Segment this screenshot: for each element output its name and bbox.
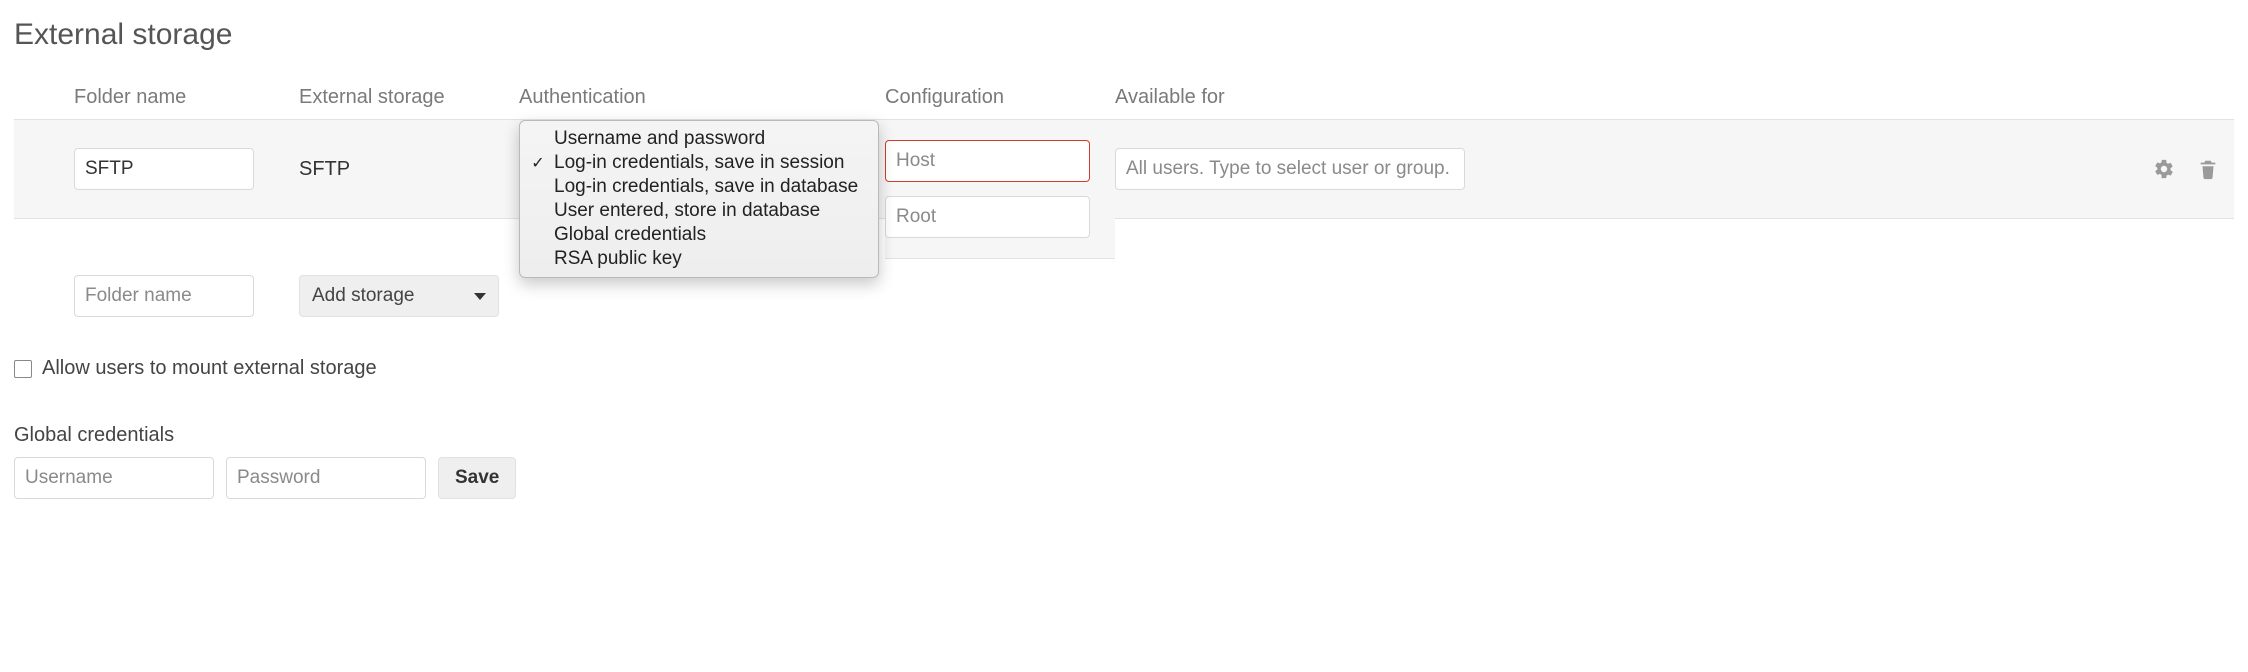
global-username-input[interactable] [14,457,214,499]
allow-user-mount-checkbox[interactable] [14,360,32,378]
status-cell [14,119,74,219]
gear-icon [2153,158,2175,180]
external-storage-settings: External storage Folder name External st… [0,0,2248,539]
config-host-input[interactable] [885,140,1090,182]
auth-option[interactable]: Log-in credentials, save in database [520,175,878,199]
auth-option-label: Username and password [554,128,765,150]
trash-icon [2197,158,2219,180]
auth-mechanism-dropdown[interactable]: Username and password ✓ Log-in credentia… [519,120,879,278]
allow-user-mount-label: Allow users to mount external storage [42,357,377,380]
storage-backend-label: SFTP [299,158,350,181]
mount-settings-button[interactable] [2150,155,2178,183]
add-storage-select[interactable]: Add storage [299,275,499,317]
col-folder: Folder name [74,80,299,119]
auth-option[interactable]: User entered, store in database [520,199,878,223]
auth-option[interactable]: Username and password [520,127,878,151]
auth-option-label: Log-in credentials, save in session [554,152,844,174]
mount-delete-button[interactable] [2194,155,2222,183]
global-credentials-section: Global credentials Save [14,424,2234,499]
auth-option-label: Global credentials [554,224,706,246]
save-button[interactable]: Save [438,457,516,499]
allow-user-mount-row[interactable]: Allow users to mount external storage [14,357,2234,380]
col-storage: External storage [299,80,519,119]
global-password-input[interactable] [226,457,426,499]
auth-option[interactable]: Global credentials [520,223,878,247]
page-title: External storage [14,18,2234,52]
col-config: Configuration [885,80,1115,119]
global-credentials-heading: Global credentials [14,424,2234,447]
auth-option-label: User entered, store in database [554,200,820,222]
mounts-table: Folder name External storage Authenticat… [14,80,2234,317]
available-for-input[interactable] [1115,148,1465,190]
col-spacer [14,80,74,96]
folder-name-input[interactable] [74,148,254,190]
col-available: Available for [1115,80,2146,119]
auth-option[interactable]: RSA public key [520,247,878,271]
chevron-down-icon [474,293,486,300]
config-root-input[interactable] [885,196,1090,238]
col-auth: Authentication [519,80,885,119]
auth-option[interactable]: ✓ Log-in credentials, save in session [520,151,878,175]
check-icon: ✓ [530,153,546,173]
auth-option-label: Log-in credentials, save in database [554,176,858,198]
new-folder-name-input[interactable] [74,275,254,317]
auth-option-label: RSA public key [554,248,682,270]
add-storage-label: Add storage [312,285,414,307]
